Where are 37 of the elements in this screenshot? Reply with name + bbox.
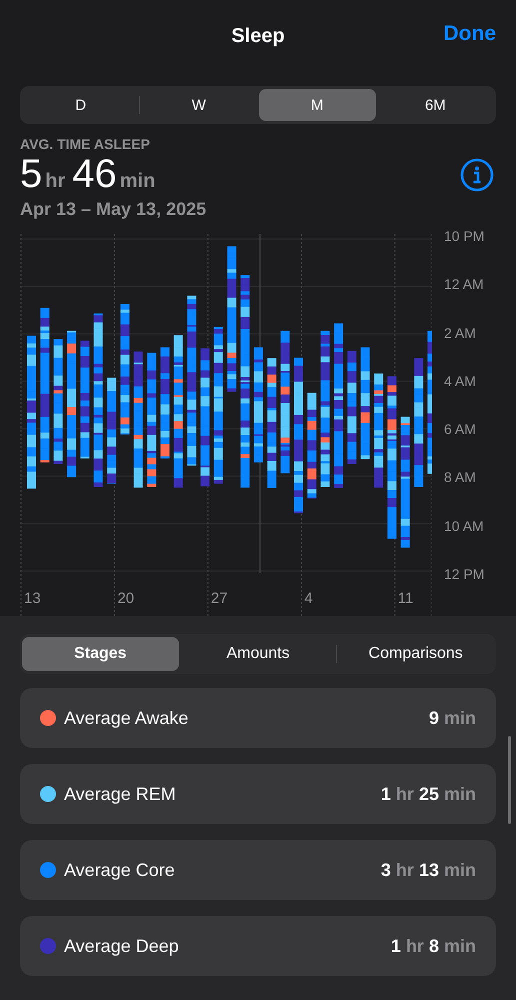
stage-label: Average REM [64, 784, 177, 804]
summary-label: AVG. TIME ASLEEP [20, 136, 151, 152]
hours-unit: hr [45, 170, 66, 193]
stage-value: 1 hr 8 min [390, 936, 476, 956]
stage-value: 3 hr 13 min [380, 860, 476, 880]
stage-label: Average Core [64, 860, 176, 880]
axis-label: 11 [398, 590, 414, 607]
minutes-value: 46 [72, 152, 117, 197]
stage-value: 1 hr 25 min [380, 784, 476, 804]
axis-label: 20 [117, 590, 134, 607]
info-icon[interactable] [460, 158, 494, 192]
segment-tab[interactable]: Stages [22, 637, 179, 671]
done-button[interactable]: Done [444, 22, 496, 46]
stage-label: Average Awake [64, 708, 190, 728]
segment-tab[interactable]: 6M [376, 89, 494, 121]
axis-label: 13 [24, 590, 41, 607]
axis-label: 8 AM [444, 469, 477, 486]
axis-label: 6 AM [444, 421, 477, 438]
axis-label: 2 AM [444, 324, 477, 341]
stage-label: Average Deep [64, 936, 180, 956]
hours-value: 5 [20, 152, 42, 197]
minutes-unit: min [120, 170, 156, 193]
screen-title: Sleep [231, 24, 285, 48]
axis-label: 10 PM [444, 228, 484, 244]
axis-label: 12 AM [444, 276, 484, 292]
segment-tab[interactable]: W [140, 89, 258, 121]
segment-tab[interactable]: D [22, 89, 140, 121]
segment-tab[interactable]: Amounts [180, 637, 336, 671]
segment-tab[interactable]: M [258, 89, 376, 121]
stage-value: 9 min [428, 708, 476, 728]
axis-label: 4 [304, 590, 313, 607]
segment-tab[interactable]: Comparisons [337, 637, 494, 671]
axis-label: 27 [210, 590, 228, 607]
axis-label: 4 AM [444, 372, 477, 389]
axis-label: 10 AM [444, 518, 484, 534]
axis-label: 12 PM [444, 566, 484, 582]
date-range: Apr 13 – May 13, 2025 [20, 199, 208, 220]
